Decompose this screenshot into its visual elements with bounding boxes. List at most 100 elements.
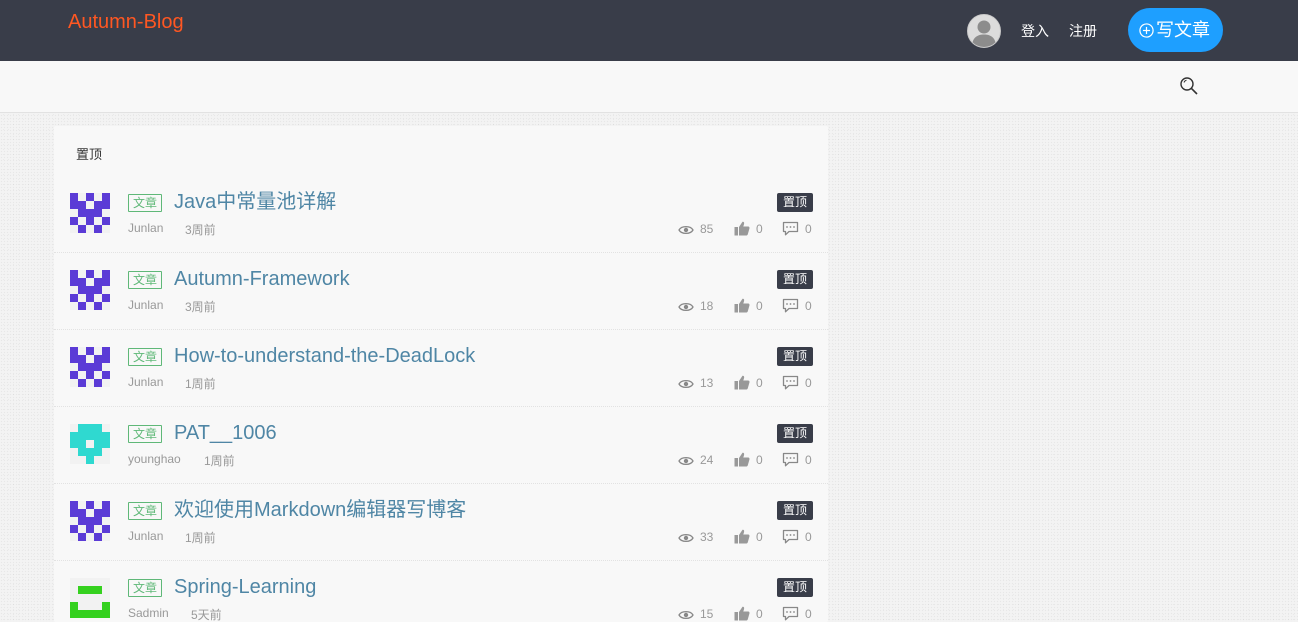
post-author[interactable]: Junlan [128,375,163,389]
pinned-badge: 置顶 [777,347,813,366]
type-badge: 文章 [128,425,163,443]
views-stat: 15 [678,606,713,622]
write-article-label: 写文章 [1156,20,1210,40]
pinned-badge: 置顶 [777,424,813,443]
post-author[interactable]: Junlan [128,221,163,235]
post-author[interactable]: Junlan [128,529,163,543]
panel-title: 置顶 [76,147,103,162]
comments-count: 0 [805,453,812,467]
eye-icon [678,379,694,389]
comments-stat[interactable]: 0 [782,606,812,622]
author-avatar[interactable] [70,501,110,541]
eye-icon [678,533,694,543]
register-link[interactable]: 注册 [1069,22,1097,40]
pinned-posts-panel: 置顶 文章 Java中常量池详解 Junlan 3周前 置顶 85 0 0 文章… [54,126,828,622]
comment-icon [782,452,799,467]
likes-stat[interactable]: 0 [734,375,763,391]
views-stat: 18 [678,298,713,314]
views-count: 13 [700,376,714,390]
post-author[interactable]: Junlan [128,298,163,312]
identicon-cyan-icon [70,424,110,464]
login-link[interactable]: 登入 [1021,22,1049,40]
thumbs-up-icon [734,375,750,390]
post-title[interactable]: 欢迎使用Markdown编辑器写博客 [174,498,466,522]
views-count: 24 [700,453,714,467]
type-badge: 文章 [128,579,163,597]
pinned-badge: 置顶 [777,193,813,212]
thumbs-up-icon [734,298,750,313]
likes-stat[interactable]: 0 [734,529,763,545]
post-list: 文章 Java中常量池详解 Junlan 3周前 置顶 85 0 0 文章 Au… [54,176,828,622]
author-avatar[interactable] [70,193,110,233]
likes-stat[interactable]: 0 [734,298,763,314]
views-count: 85 [700,222,714,236]
thumbs-up-icon [734,221,750,236]
type-badge: 文章 [128,194,163,212]
post-time: 5天前 [191,608,222,622]
post-time: 3周前 [185,223,216,237]
write-article-button[interactable]: 写文章 [1128,8,1223,52]
likes-count: 0 [756,453,763,467]
author-avatar[interactable] [70,347,110,387]
views-stat: 85 [678,221,713,237]
type-badge: 文章 [128,348,163,366]
likes-stat[interactable]: 0 [734,221,763,237]
secondary-bar [0,61,1298,113]
comment-icon [782,221,799,236]
comment-icon [782,529,799,544]
post-item: 文章 How-to-understand-the-DeadLock Junlan… [54,330,828,407]
identicon-purple-icon [70,501,110,541]
post-title[interactable]: PAT__1006 [174,421,277,445]
comments-stat[interactable]: 0 [782,375,812,391]
comments-count: 0 [805,530,812,544]
user-avatar-icon[interactable] [967,14,1001,48]
identicon-green-icon [70,586,110,618]
likes-stat[interactable]: 0 [734,606,763,622]
comments-count: 0 [805,376,812,390]
comments-stat[interactable]: 0 [782,529,812,545]
post-item: 文章 欢迎使用Markdown编辑器写博客 Junlan 1周前 置顶 33 0… [54,484,828,561]
likes-count: 0 [756,299,763,313]
views-count: 18 [700,299,714,313]
post-item: 文章 Spring-Learning Sadmin 5天前 置顶 15 0 0 [54,561,828,622]
eye-icon [678,610,694,620]
post-title[interactable]: Java中常量池详解 [174,190,336,214]
comments-stat[interactable]: 0 [782,298,812,314]
thumbs-up-icon [734,606,750,621]
views-stat: 13 [678,375,713,391]
post-title[interactable]: Spring-Learning [174,575,316,599]
likes-stat[interactable]: 0 [734,452,763,468]
comment-icon [782,606,799,621]
eye-icon [678,456,694,466]
author-avatar[interactable] [70,578,110,618]
post-title[interactable]: Autumn-Framework [174,267,350,291]
pinned-badge: 置顶 [777,270,813,289]
type-badge: 文章 [128,271,163,289]
plus-circle-icon [1139,23,1154,38]
comments-stat[interactable]: 0 [782,452,812,468]
likes-count: 0 [756,530,763,544]
post-author[interactable]: Sadmin [128,606,169,620]
post-time: 3周前 [185,300,216,314]
views-stat: 33 [678,529,713,545]
thumbs-up-icon [734,529,750,544]
identicon-purple-icon [70,193,110,233]
views-count: 33 [700,530,714,544]
post-item: 文章 PAT__1006 younghao 1周前 置顶 24 0 0 [54,407,828,484]
post-item: 文章 Autumn-Framework Junlan 3周前 置顶 18 0 0 [54,253,828,330]
post-title[interactable]: How-to-understand-the-DeadLock [174,344,475,368]
comment-icon [782,298,799,313]
comments-stat[interactable]: 0 [782,221,812,237]
author-avatar[interactable] [70,424,110,464]
comment-icon [782,375,799,390]
likes-count: 0 [756,607,763,621]
identicon-purple-icon [70,270,110,310]
post-author[interactable]: younghao [128,452,181,466]
post-item: 文章 Java中常量池详解 Junlan 3周前 置顶 85 0 0 [54,176,828,253]
site-logo[interactable]: Autumn-Blog [68,10,184,34]
post-time: 1周前 [185,531,216,545]
thumbs-up-icon [734,452,750,467]
likes-count: 0 [756,222,763,236]
author-avatar[interactable] [70,270,110,310]
search-icon[interactable] [1179,76,1199,96]
